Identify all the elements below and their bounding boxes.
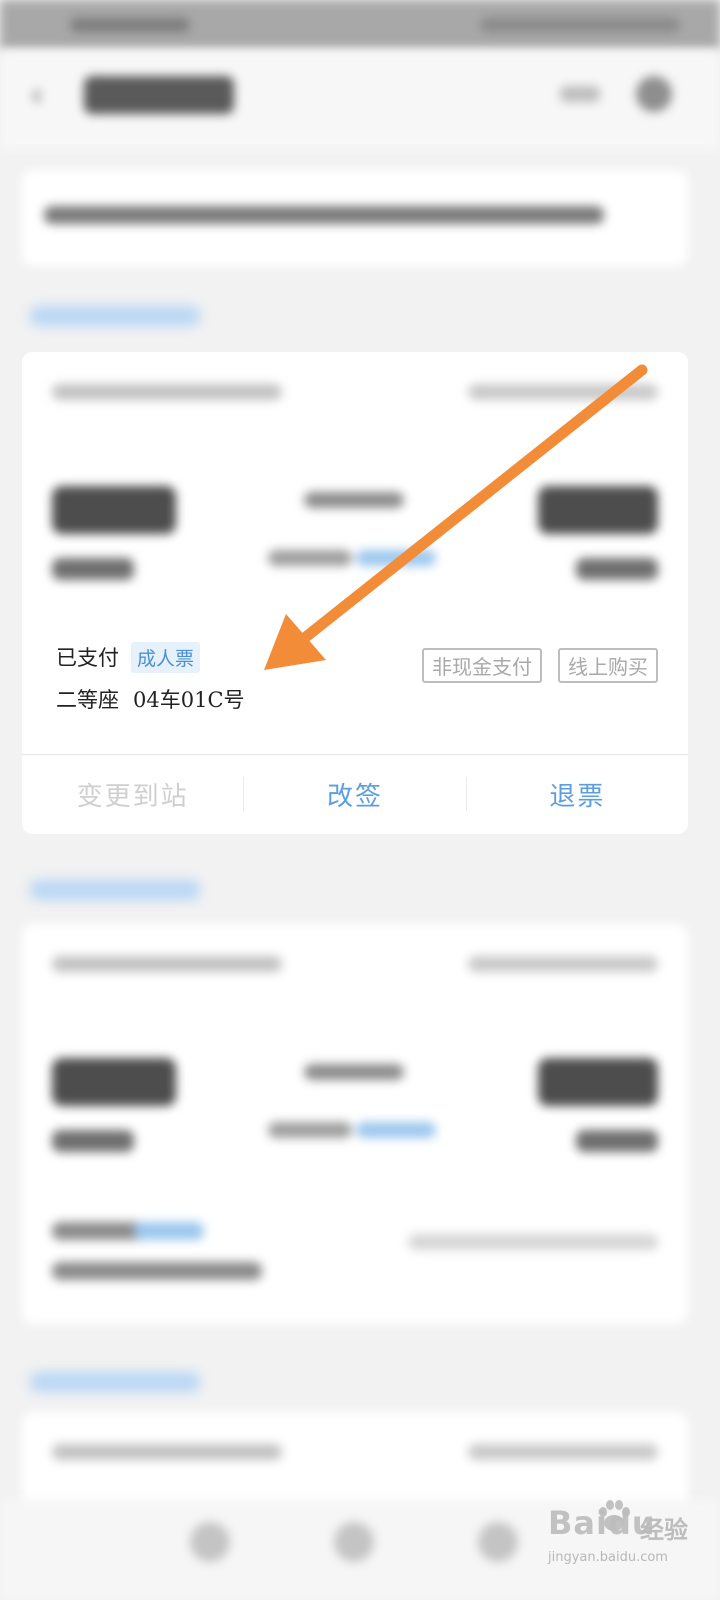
baidu-paw-icon bbox=[599, 1500, 630, 1531]
watermark-url: jingyan.baidu.com bbox=[548, 1550, 668, 1565]
watermark: Baidu 经验 jingyan.baidu.com bbox=[548, 1496, 698, 1576]
annotation-arrow-icon bbox=[264, 364, 648, 670]
watermark-service: 经验 bbox=[640, 1516, 688, 1544]
arrow-shaft bbox=[296, 364, 648, 646]
